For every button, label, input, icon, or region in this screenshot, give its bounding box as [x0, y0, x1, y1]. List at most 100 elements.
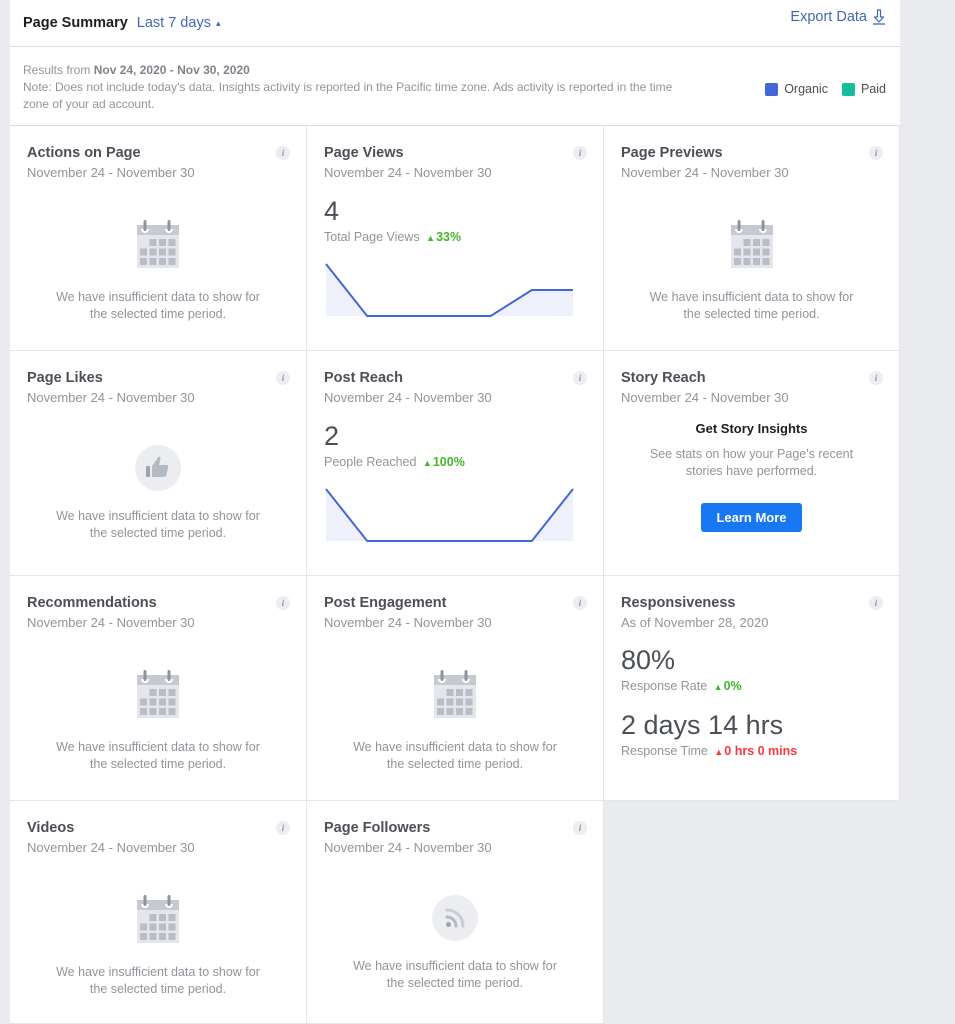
date-range-label: Last 7 days — [136, 15, 211, 31]
change-indicator: ▲100% — [422, 455, 465, 469]
response-time-value: 2 days 14 hrs — [621, 710, 784, 740]
paid-swatch — [841, 83, 855, 96]
empty-message: We have insufficient data to show for the… — [56, 290, 260, 321]
info-icon[interactable]: i — [573, 821, 587, 835]
card-subtitle: November 24 - November 30 — [621, 390, 789, 405]
up-arrow-icon: ▲ — [422, 458, 432, 468]
change-indicator: ▲0% — [713, 679, 742, 693]
export-data-link[interactable]: Export Data — [790, 9, 886, 25]
info-icon[interactable]: i — [276, 596, 290, 610]
card-title: Page Views — [324, 145, 404, 161]
card-title: Page Likes — [27, 370, 103, 386]
info-icon[interactable]: i — [276, 821, 290, 835]
date-range-dropdown[interactable]: Last 7 days ▴ — [137, 15, 221, 31]
post-reach-sparkline — [325, 488, 574, 542]
empty-message: We have insufficient data to show for the… — [353, 740, 557, 771]
up-arrow-icon: ▲ — [713, 682, 723, 692]
card-subtitle: November 24 - November 30 — [324, 165, 492, 180]
card-title: Responsiveness — [621, 595, 736, 611]
card-title: Post Reach — [324, 370, 403, 386]
card-post-reach: Post Reach November 24 - November 30 i 2… — [307, 351, 604, 576]
response-rate-value: 80% — [621, 645, 676, 675]
info-icon[interactable]: i — [869, 146, 883, 160]
change-indicator: ▲0 hrs 0 mins — [714, 744, 798, 758]
story-insights-text: See stats on how your Page's recent stor… — [649, 447, 854, 478]
info-icon[interactable]: i — [276, 371, 290, 385]
legend-organic-label: Organic — [784, 82, 828, 96]
up-arrow-icon: ▲ — [426, 233, 436, 243]
download-icon — [873, 9, 885, 25]
legend: Organic Paid — [751, 81, 886, 98]
calendar-icon — [137, 895, 179, 943]
card-title: Videos — [27, 820, 75, 836]
card-recommendations: Recommendations November 24 - November 3… — [10, 576, 307, 801]
calendar-icon — [137, 670, 179, 718]
response-time-label: Response Time ▲0 hrs 0 mins — [621, 744, 798, 758]
empty-message: We have insufficient data to show for the… — [649, 290, 854, 321]
card-subtitle: November 24 - November 30 — [27, 840, 195, 855]
card-page-likes: Page Likes November 24 - November 30 i W… — [10, 351, 307, 576]
page-views-sparkline — [325, 263, 574, 317]
metric-label: People Reached ▲100% — [324, 455, 465, 469]
card-title: Page Followers — [324, 820, 431, 836]
info-icon[interactable]: i — [573, 371, 587, 385]
card-subtitle: November 24 - November 30 — [621, 165, 789, 180]
card-title: Page Previews — [621, 145, 723, 161]
card-title: Post Engagement — [324, 595, 447, 611]
card-page-previews: Page Previews November 24 - November 30 … — [604, 126, 900, 351]
info-icon[interactable]: i — [573, 146, 587, 160]
story-insights-heading: Get Story Insights — [695, 421, 808, 436]
legend-paid-label: Paid — [860, 82, 886, 96]
metric-value: 4 — [324, 196, 340, 226]
results-range: Nov 24, 2020 - Nov 30, 2020 — [93, 63, 250, 77]
card-subtitle: November 24 - November 30 — [324, 840, 492, 855]
summary-header: Page Summary Last 7 days ▴ Export Data — [10, 0, 900, 47]
card-subtitle: November 24 - November 30 — [27, 390, 195, 405]
card-title: Story Reach — [621, 370, 706, 386]
export-data-label: Export Data — [790, 9, 867, 25]
calendar-icon — [730, 220, 773, 268]
card-title: Actions on Page — [27, 145, 141, 161]
card-page-followers: Page Followers November 24 - November 30… — [307, 801, 604, 1024]
empty-message: We have insufficient data to show for the… — [56, 965, 260, 996]
note-text: Note: Does not include today's data. Ins… — [23, 80, 673, 111]
info-icon[interactable]: i — [869, 371, 883, 385]
card-page-views: Page Views November 24 - November 30 i 4… — [307, 126, 604, 351]
empty-message: We have insufficient data to show for the… — [56, 740, 260, 771]
response-rate-label: Response Rate ▲0% — [621, 679, 742, 693]
sparkline-line — [325, 488, 574, 542]
learn-more-button[interactable]: Learn More — [701, 503, 802, 532]
legend-paid: Paid — [841, 81, 886, 98]
rss-icon — [432, 895, 478, 941]
card-story-reach: Story Reach November 24 - November 30 i … — [604, 351, 900, 576]
info-icon[interactable]: i — [276, 146, 290, 160]
empty-message: We have insufficient data to show for the… — [56, 509, 260, 540]
results-note: Results from Nov 24, 2020 - Nov 30, 2020… — [10, 47, 900, 126]
info-icon[interactable]: i — [573, 596, 587, 610]
card-subtitle: November 24 - November 30 — [27, 615, 195, 630]
card-subtitle: November 24 - November 30 — [27, 165, 195, 180]
card-subtitle: As of November 28, 2020 — [621, 615, 769, 630]
thumbs-up-icon — [135, 445, 181, 491]
metric-value: 2 — [324, 421, 340, 451]
up-arrow-icon: ▲ — [714, 747, 724, 757]
sort-arrows-icon: ▴ — [215, 17, 221, 28]
calendar-icon — [434, 670, 476, 718]
change-indicator: ▲33% — [426, 230, 462, 244]
card-post-engagement: Post Engagement November 24 - November 3… — [307, 576, 604, 801]
organic-swatch — [765, 83, 779, 96]
card-subtitle: November 24 - November 30 — [324, 390, 492, 405]
card-responsiveness: Responsiveness As of November 28, 2020 i… — [604, 576, 900, 801]
page-summary-panel: Page Summary Last 7 days ▴ Export Data R… — [10, 0, 900, 126]
card-actions-on-page: Actions on Page November 24 - November 3… — [10, 126, 307, 351]
empty-message: We have insufficient data to show for the… — [353, 959, 557, 990]
legend-organic: Organic — [765, 81, 828, 98]
card-subtitle: November 24 - November 30 — [324, 615, 492, 630]
insights-grid: Actions on Page November 24 - November 3… — [10, 126, 900, 1024]
card-videos: Videos November 24 - November 30 i We ha… — [10, 801, 307, 1024]
calendar-icon — [137, 220, 179, 268]
info-icon[interactable]: i — [869, 596, 883, 610]
page-title: Page Summary — [23, 15, 128, 31]
metric-label: Total Page Views ▲33% — [324, 230, 462, 244]
results-prefix: Results from — [23, 63, 91, 77]
